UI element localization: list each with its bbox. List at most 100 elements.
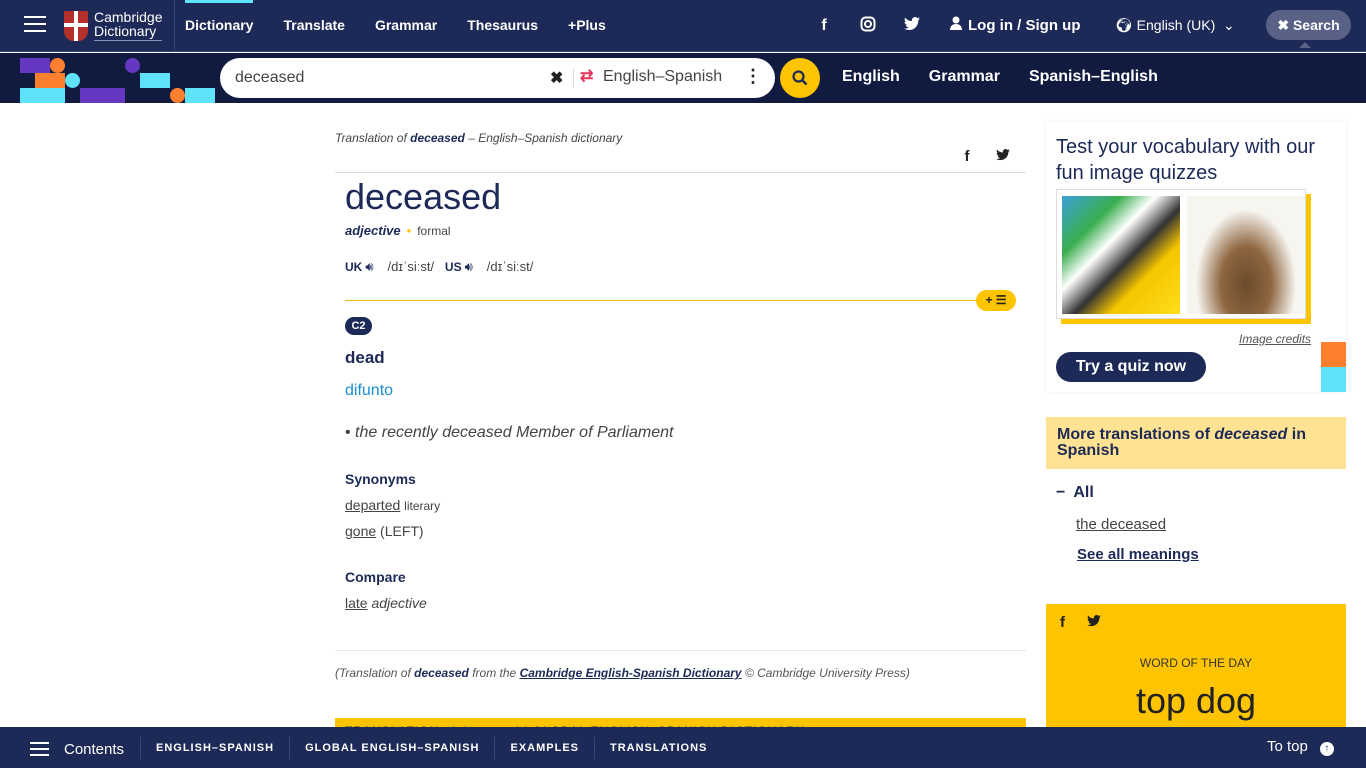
logo[interactable]: Cambridge Dictionary — [64, 9, 163, 41]
headword: deceased — [345, 176, 502, 217]
decorative-block — [1321, 367, 1346, 392]
see-all-meanings-link[interactable]: See all meanings — [1077, 546, 1199, 563]
all-toggle[interactable]: − All — [1056, 484, 1094, 502]
twitter-icon[interactable] — [903, 16, 921, 36]
nav-thesaurus[interactable]: Thesaurus — [467, 0, 538, 52]
level-badge: C2 — [345, 317, 372, 335]
search-box: ✖ ⇄ English–Spanish ⋮ — [220, 58, 775, 98]
more-options-icon[interactable]: ⋮ — [744, 66, 762, 87]
social-links: f — [815, 0, 947, 52]
section-divider — [345, 300, 980, 301]
tab-global-english-spanish[interactable]: GLOBAL ENGLISH–SPANISH — [289, 736, 494, 759]
nav-grammar[interactable]: Grammar — [375, 0, 437, 52]
login-label: Log in / Sign up — [968, 17, 1081, 34]
tab-examples[interactable]: EXAMPLES — [494, 736, 594, 759]
us-audio-icon[interactable]: 🔊︎ — [465, 259, 473, 274]
swap-icon: ⇄ — [580, 68, 594, 85]
dictionary-selector[interactable]: English–Spanish — [603, 68, 722, 86]
tab-english-spanish[interactable]: ENGLISH–SPANISH — [140, 736, 289, 759]
parrot-image — [1062, 196, 1180, 314]
arrow-up-icon: ↑ — [1319, 742, 1334, 756]
bottom-bar: Contents ENGLISH–SPANISH GLOBAL ENGLISH–… — [0, 727, 1366, 768]
instagram-icon[interactable] — [859, 16, 877, 37]
divider — [335, 650, 1026, 651]
synonym-link[interactable]: gone — [345, 523, 376, 539]
sense-guideword: dead — [345, 348, 385, 367]
us-label: US — [444, 260, 462, 274]
compare-link[interactable]: late — [345, 595, 368, 611]
search-input[interactable] — [235, 66, 535, 90]
uk-label: UK — [345, 260, 363, 274]
quiz-title: Test your vocabulary with our fun image … — [1056, 136, 1316, 184]
uk-audio-icon[interactable]: 🔊︎ — [365, 259, 373, 274]
credit-dictionary-link[interactable]: Cambridge English-Spanish Dictionary — [520, 666, 742, 680]
facebook-icon[interactable]: f — [960, 148, 974, 165]
compare-note: adjective — [371, 595, 427, 611]
snail-image — [1187, 196, 1305, 314]
synonym-link[interactable]: departed — [345, 497, 400, 513]
dictionary-sub-nav: English Grammar Spanish–English — [842, 53, 1187, 103]
nav-plus[interactable]: +Plus — [568, 0, 606, 52]
register-label: formal — [417, 224, 451, 238]
divider — [174, 0, 175, 52]
clear-search-icon[interactable]: ✖ — [550, 68, 563, 88]
credit-mid: from the — [472, 666, 517, 680]
breadcrumb-suffix: – English–Spanish dictionary — [468, 131, 623, 145]
more-word: deceased — [1214, 426, 1288, 443]
language-label: English (UK) — [1136, 17, 1216, 33]
twitter-icon[interactable] — [996, 148, 1010, 165]
breadcrumb-prefix: Translation of — [335, 131, 407, 145]
contents-label: Contents — [64, 740, 125, 758]
synonym-item: gone (LEFT) — [345, 523, 424, 539]
try-quiz-button[interactable]: Try a quiz now — [1056, 352, 1206, 382]
menu-icon[interactable] — [24, 16, 46, 34]
logo-line2: Dictionary — [94, 24, 163, 41]
synonym-note: (LEFT) — [380, 523, 424, 539]
pronunciation: UK 🔊︎/dɪˈsiːst/ US 🔊︎/dɪˈsiːst/ — [345, 259, 533, 275]
quiz-image[interactable] — [1056, 189, 1306, 319]
uk-ipa: /dɪˈsiːst/ — [387, 259, 435, 274]
example-sentence: • the recently deceased Member of Parlia… — [345, 424, 674, 441]
bullet: • — [406, 223, 412, 238]
divider — [335, 172, 1026, 173]
menu-icon — [30, 738, 49, 760]
cambridge-shield-icon — [64, 10, 88, 41]
close-icon: ✖ — [1277, 17, 1290, 33]
facebook-icon[interactable]: f — [815, 17, 833, 35]
contents-button[interactable]: Contents — [30, 738, 124, 760]
sub-nav-english[interactable]: English — [842, 53, 900, 103]
tab-translations[interactable]: TRANSLATIONS — [594, 736, 722, 759]
login-link[interactable]: Log in / Sign up — [950, 16, 1080, 34]
user-icon — [950, 16, 962, 34]
facebook-icon[interactable]: f — [1060, 614, 1065, 631]
decorative-block — [1321, 342, 1346, 367]
twitter-icon[interactable] — [1087, 614, 1101, 631]
all-label: All — [1073, 484, 1094, 501]
part-of-speech: adjective • formal — [345, 223, 451, 238]
wotd-word[interactable]: top dog — [1046, 680, 1346, 722]
search-toggle-button[interactable]: ✖ Search — [1266, 10, 1351, 48]
credit-prefix: (Translation of — [335, 666, 411, 680]
translation-credit: (Translation of deceased from the Cambri… — [335, 666, 910, 680]
more-translation-link[interactable]: the deceased — [1076, 516, 1166, 533]
nav-translate[interactable]: Translate — [283, 0, 344, 52]
breadcrumb: Translation of deceased – English–Spanis… — [335, 131, 622, 145]
add-to-wordlist-button[interactable]: + ☰ — [976, 290, 1016, 311]
image-credits-link[interactable]: Image credits — [1239, 332, 1311, 346]
search-toggle-label: Search — [1292, 17, 1340, 33]
language-selector[interactable]: 🌍︎ English (UK) ⌄ — [1115, 17, 1235, 34]
nav-dictionary[interactable]: Dictionary — [185, 0, 254, 52]
to-top-button[interactable]: To top ↑ — [1267, 738, 1334, 756]
logo-line1: Cambridge — [94, 9, 163, 25]
collapse-icon: − — [1056, 484, 1066, 501]
more-prefix: More translations of — [1057, 426, 1210, 443]
top-navbar: Cambridge Dictionary Dictionary Translat… — [0, 0, 1366, 52]
sub-nav-grammar[interactable]: Grammar — [929, 53, 1000, 103]
pos-label: adjective — [345, 223, 401, 238]
synonym-note: literary — [404, 499, 441, 513]
sub-nav-spanish-english[interactable]: Spanish–English — [1029, 53, 1158, 103]
translation[interactable]: difunto — [345, 382, 393, 400]
credit-suffix: © Cambridge University Press) — [744, 666, 910, 680]
search-bar: ✖ ⇄ English–Spanish ⋮ English Grammar Sp… — [0, 53, 1366, 103]
search-button[interactable] — [780, 58, 820, 98]
